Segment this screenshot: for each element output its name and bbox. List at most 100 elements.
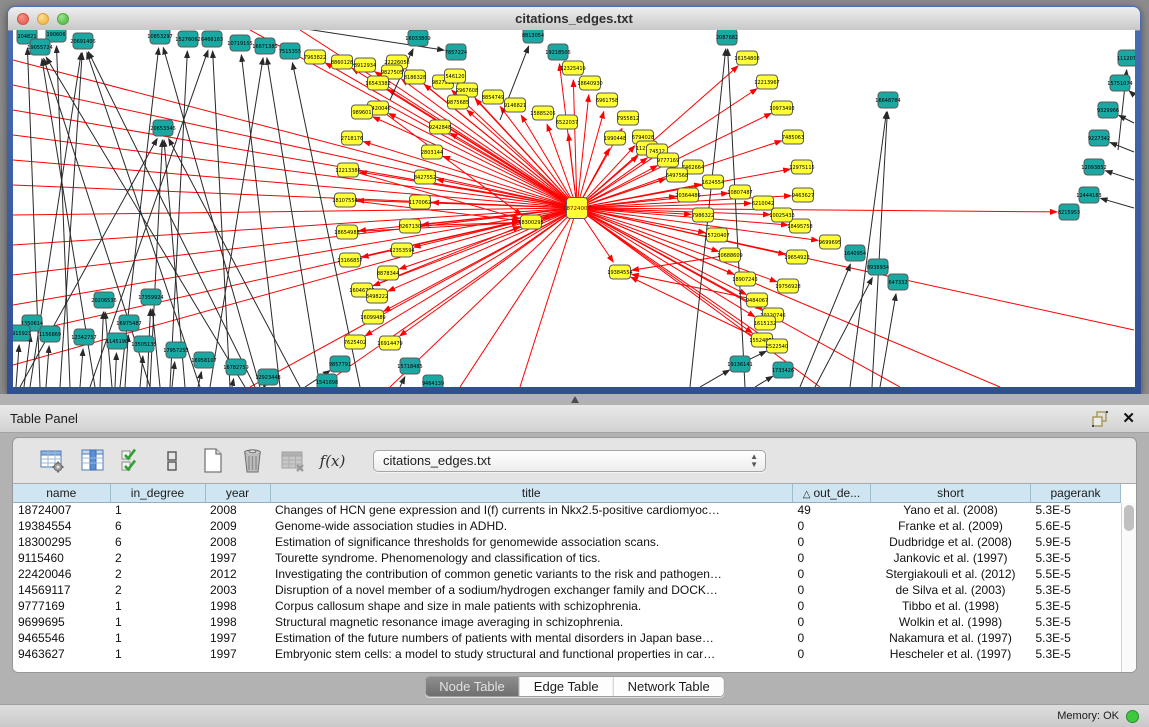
graph-node[interactable]: 20364486	[675, 188, 700, 202]
graph-node[interactable]: 8860128	[331, 55, 353, 69]
graph-node[interactable]: 12325419	[560, 61, 585, 75]
graph-node[interactable]: 1170062	[409, 195, 431, 209]
graph-node[interactable]: 9699695	[819, 235, 841, 249]
column-header-name[interactable]: name	[13, 484, 110, 502]
graph-node[interactable]: 2087682	[716, 30, 738, 45]
graph-node[interactable]: 1640954	[844, 245, 866, 261]
table-row[interactable]: 977716911998Corpus callosum shape and si…	[13, 598, 1121, 614]
graph-node[interactable]: 18907243	[732, 272, 757, 286]
graph-node[interactable]: 6522037	[556, 115, 578, 129]
graph-node[interactable]: 12342757	[71, 329, 96, 345]
table-row[interactable]: 1938455462009Genome-wide association stu…	[13, 518, 1121, 534]
tab-node-table[interactable]: Node Table	[425, 677, 520, 696]
graph-node[interactable]: 8186328	[404, 70, 426, 84]
graph-node[interactable]: 16154808	[734, 51, 759, 65]
graph-node[interactable]: 2718176	[341, 131, 363, 145]
graph-node[interactable]: 16782759	[223, 359, 248, 375]
graph-node[interactable]: 7515355	[279, 43, 301, 59]
graph-node[interactable]: 15276062	[175, 31, 200, 47]
graph-node[interactable]: 9146821	[504, 98, 526, 112]
rows-icon[interactable]	[159, 447, 186, 474]
table-header-row[interactable]: namein_degreeyeartitle△out_de...shortpag…	[13, 484, 1121, 502]
graph-node[interactable]: 1145190	[106, 333, 128, 349]
graph-node[interactable]: 2803144	[421, 145, 443, 159]
graph-node[interactable]: 1112078	[1117, 50, 1135, 66]
table-scrollbar[interactable]	[1121, 503, 1136, 672]
tab-network-table[interactable]: Network Table	[614, 677, 724, 696]
delete-table-icon[interactable]	[279, 447, 306, 474]
graph-node[interactable]: 15718485	[397, 358, 422, 374]
graph-node[interactable]: 7485063	[782, 130, 804, 144]
graph-node[interactable]: 9464139	[422, 375, 444, 387]
graph-node[interactable]: 12444183	[1076, 187, 1101, 203]
graph-node[interactable]: 19654923	[784, 250, 809, 264]
graph-node[interactable]: 17359924	[138, 289, 163, 305]
graph-node[interactable]: 17957253	[163, 342, 188, 358]
graph-node[interactable]: 15720407	[704, 228, 729, 242]
table-row[interactable]: 946362711997Embryonic stem cells: a mode…	[13, 646, 1121, 662]
graph-node[interactable]: 20206536	[91, 292, 116, 308]
column-header-in-degree[interactable]: in_degree	[110, 484, 205, 502]
graph-node[interactable]: 1541898	[316, 374, 338, 387]
graph-node[interactable]: 1624554	[702, 175, 724, 189]
graph-node[interactable]: 20653346	[150, 120, 175, 136]
graph-node[interactable]: 647332	[888, 274, 908, 290]
graph-node[interactable]: 10973493	[769, 101, 794, 115]
graph-node[interactable]: 7625402	[344, 335, 366, 349]
graph-node[interactable]: 16099489	[360, 310, 385, 324]
graph-node[interactable]: 18724007	[563, 198, 591, 219]
tab-edge-table[interactable]: Edge Table	[520, 677, 614, 696]
graph-node[interactable]: 18640930	[577, 76, 602, 90]
graph-node[interactable]: 19136141	[727, 356, 752, 372]
graph-node[interactable]: 7955812	[617, 111, 639, 125]
graph-node[interactable]: 8267130	[399, 219, 421, 233]
graph-node[interactable]: 10688609	[717, 248, 742, 262]
table-row[interactable]: 1830029562008Estimation of significance …	[13, 534, 1121, 550]
graph-node[interactable]: 7857224	[445, 44, 467, 60]
close-window-icon[interactable]	[17, 13, 29, 25]
select-rows-icon[interactable]	[119, 447, 146, 474]
graph-node[interactable]: 16543382	[365, 76, 390, 90]
graph-node[interactable]: 16914479	[377, 336, 402, 350]
float-panel-icon[interactable]	[1092, 411, 1112, 427]
graph-node[interactable]: 12353594	[389, 243, 414, 257]
graph-node[interactable]: 19218506	[545, 44, 570, 60]
minimize-window-icon[interactable]	[37, 13, 49, 25]
graph-node[interactable]: 8878344	[377, 266, 399, 280]
table-row[interactable]: 1456911722003Disruption of a novel membe…	[13, 582, 1121, 598]
graph-node[interactable]: 9857791	[329, 356, 351, 372]
graph-node[interactable]: 18107554	[332, 193, 357, 207]
graph-node[interactable]: 19055724	[27, 39, 52, 55]
graph-node[interactable]: 12923448	[255, 369, 280, 385]
graph-node[interactable]: 9777169	[657, 153, 679, 167]
graph-node[interactable]: 9463627	[792, 188, 814, 202]
graph-node[interactable]: 9242848	[429, 120, 451, 134]
graph-node[interactable]: 18654985	[334, 225, 359, 239]
window-titlebar[interactable]: citations_edges.txt	[8, 7, 1140, 31]
graph-node[interactable]: 8912934	[354, 58, 376, 72]
graph-node[interactable]: 10853297	[147, 30, 172, 44]
graph-node[interactable]: 9484067	[746, 293, 768, 307]
graph-node[interactable]: 3915923	[13, 325, 31, 341]
graph-node[interactable]: 16958107	[191, 352, 216, 368]
graph-node[interactable]: 12093852	[1081, 159, 1106, 175]
graph-node[interactable]: 546120	[445, 69, 466, 83]
graph-node[interactable]: 8854749	[482, 90, 504, 104]
table-row[interactable]: 2242004622012Investigating the contribut…	[13, 566, 1121, 582]
graph-node[interactable]: 12213386	[335, 163, 360, 177]
table-scrollbar-thumb[interactable]	[1124, 505, 1134, 531]
graph-node[interactable]: 13166857	[337, 253, 362, 267]
graph-node[interactable]: 2522540	[766, 339, 788, 353]
graph-node[interactable]: 989601	[352, 105, 373, 119]
graph-node[interactable]: 7963822	[304, 50, 326, 64]
table-row[interactable]: 946554611997Estimation of the future num…	[13, 630, 1121, 646]
graph-node[interactable]: 8427552	[414, 170, 436, 184]
graph-node[interactable]: 18300295	[518, 215, 543, 229]
graph-node[interactable]: 10719155	[227, 35, 252, 51]
graph-node[interactable]: 8938934	[867, 259, 889, 275]
graph-node[interactable]: 6210042	[752, 196, 774, 210]
column-header-short[interactable]: short	[871, 484, 1031, 502]
graph-node[interactable]: 7986322	[692, 208, 714, 222]
column-header-year[interactable]: year	[205, 484, 270, 502]
column-visibility-icon[interactable]	[79, 447, 106, 474]
